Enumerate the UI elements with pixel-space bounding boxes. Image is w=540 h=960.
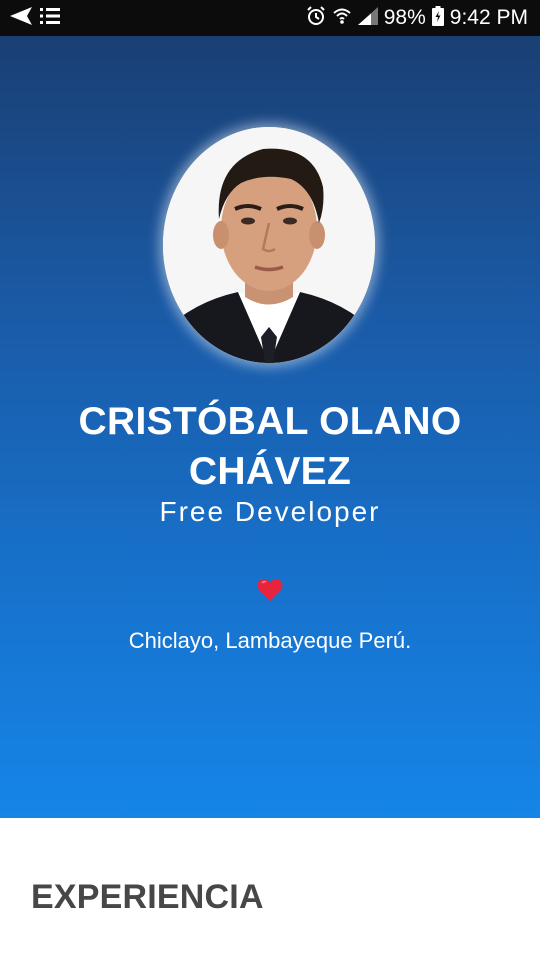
avatar: [163, 127, 375, 363]
experience-section-title: EXPERIENCIA: [31, 878, 264, 916]
alarm-icon: [306, 5, 326, 31]
wifi-icon: [332, 6, 352, 31]
profile-location: Chiclayo, Lambayeque Perú.: [128, 628, 412, 653]
profile-name-line-2: CHÁVEZ: [188, 450, 352, 493]
list-icon: [40, 7, 60, 30]
profile-role: Free Developer: [159, 496, 381, 527]
heart-icon: [257, 578, 283, 602]
profile-header: CRISTÓBAL OLANO CHÁVEZ Free Developer Ch…: [0, 36, 540, 818]
signal-icon: [357, 6, 378, 30]
battery-percent: 98%: [383, 6, 426, 29]
profile-name-line-1: CRISTÓBAL OLANO: [78, 400, 462, 443]
status-bar-right: 98% 9:42 PM: [306, 0, 528, 36]
clock: 9:42 PM: [449, 6, 528, 29]
status-bar: 98% 9:42 PM: [0, 0, 540, 36]
status-bar-left: [10, 7, 60, 30]
send-icon: [10, 7, 32, 30]
battery-icon: [431, 5, 444, 31]
